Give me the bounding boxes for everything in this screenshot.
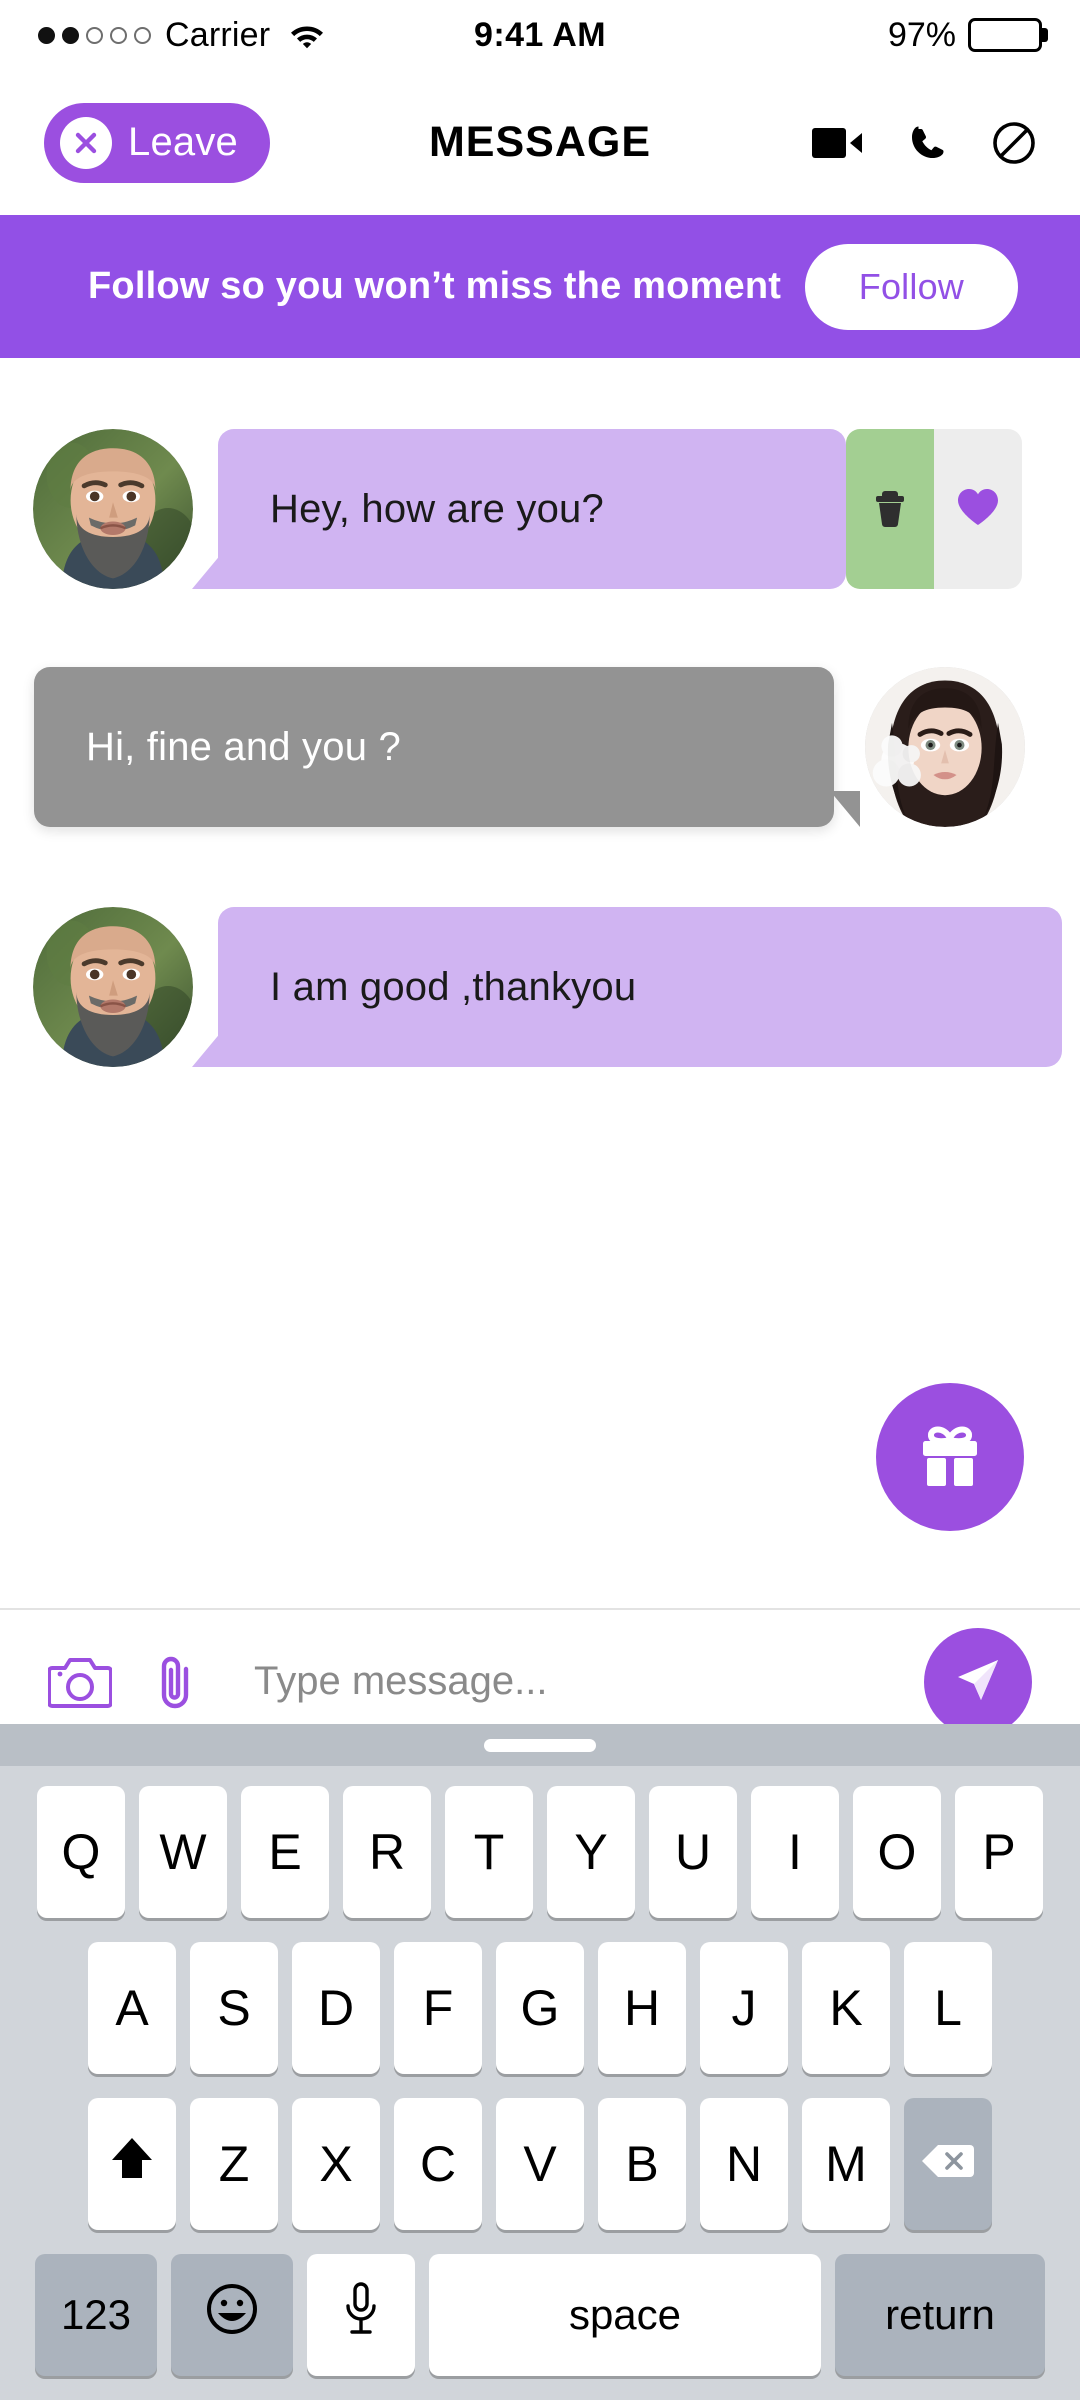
keyboard-handle-bar [0, 1724, 1080, 1766]
key-k[interactable]: K [802, 1942, 890, 2074]
gift-button[interactable] [876, 1383, 1024, 1531]
keyboard-rows: Q W E R T Y U I O P A S D F G H J K L Z … [0, 1766, 1080, 2376]
avatar-bearded-man [33, 907, 193, 1067]
key-q[interactable]: Q [37, 1786, 125, 1918]
key-e[interactable]: E [241, 1786, 329, 1918]
shift-key[interactable] [88, 2098, 176, 2230]
message-row: Hey, how are you? [0, 426, 1080, 592]
emoji-smiley-icon [205, 2282, 259, 2348]
keyboard-row-2: A S D F G H J K L [0, 1942, 1080, 2074]
leave-button-label: Leave [128, 120, 238, 164]
keyboard-row-4: 123 space return [0, 2254, 1080, 2376]
message-bubble[interactable]: Hi, fine and you ? [34, 667, 860, 827]
key-m[interactable]: M [802, 2098, 890, 2230]
backspace-key[interactable] [904, 2098, 992, 2230]
keyboard-drag-handle[interactable] [484, 1738, 596, 1752]
space-key[interactable]: space [429, 2254, 821, 2376]
message-text: Hi, fine and you ? [86, 724, 401, 769]
like-action[interactable] [934, 429, 1022, 589]
return-key[interactable]: return [835, 2254, 1045, 2376]
follow-button[interactable]: Follow [804, 243, 1018, 330]
follow-banner-text: Follow so you won’t miss the moment [88, 265, 782, 307]
gift-icon [914, 1420, 986, 1495]
delete-action[interactable] [846, 429, 934, 589]
avatar-bearded-man [33, 429, 193, 589]
key-z[interactable]: Z [190, 2098, 278, 2230]
key-j[interactable]: J [700, 1942, 788, 2074]
leave-button[interactable]: Leave [44, 102, 270, 183]
message-bubble-group: Hey, how are you? [192, 429, 1022, 589]
message-bubble[interactable]: Hey, how are you? [192, 429, 846, 589]
avatar[interactable] [862, 664, 1028, 830]
message-row: Hi, fine and you ? [0, 664, 1080, 830]
dictation-key[interactable] [307, 2254, 415, 2376]
key-l[interactable]: L [904, 1942, 992, 2074]
video-call-icon[interactable] [812, 125, 864, 161]
phone-call-icon[interactable] [908, 123, 948, 163]
keyboard-row-1: Q W E R T Y U I O P [0, 1786, 1080, 1918]
status-bar-right: 97% [888, 16, 1042, 55]
message-text: Hey, how are you? [270, 486, 604, 531]
key-p[interactable]: P [955, 1786, 1043, 1918]
swipe-actions [846, 429, 1022, 589]
key-u[interactable]: U [649, 1786, 737, 1918]
key-y[interactable]: Y [547, 1786, 635, 1918]
key-s[interactable]: S [190, 1942, 278, 2074]
keyboard-row-3: Z X C V B N M [0, 2098, 1080, 2230]
message-list: Hey, how are you? Hi, fine and you ? I a… [0, 358, 1080, 1070]
microphone-icon [343, 2281, 379, 2349]
avatar[interactable] [30, 426, 196, 592]
key-b[interactable]: B [598, 2098, 686, 2230]
key-w[interactable]: W [139, 1786, 227, 1918]
status-bar: Carrier 9:41 AM 97% [0, 0, 1080, 70]
key-t[interactable]: T [445, 1786, 533, 1918]
paperclip-icon[interactable] [152, 1651, 198, 1713]
trash-icon [873, 487, 907, 532]
avatar[interactable] [30, 904, 196, 1070]
key-c[interactable]: C [394, 2098, 482, 2230]
battery-full-icon [968, 18, 1042, 52]
key-x[interactable]: X [292, 2098, 380, 2230]
key-v[interactable]: V [496, 2098, 584, 2230]
message-bubble-group: Hi, fine and you ? [34, 667, 860, 827]
send-button[interactable] [924, 1627, 1032, 1736]
key-a[interactable]: A [88, 1942, 176, 2074]
follow-banner: Follow so you won’t miss the moment Foll… [0, 215, 1080, 358]
key-o[interactable]: O [853, 1786, 941, 1918]
send-icon [952, 1654, 1004, 1709]
key-f[interactable]: F [394, 1942, 482, 2074]
avatar-dark-haired-woman [865, 667, 1025, 827]
message-input[interactable] [238, 1659, 884, 1704]
nav-actions [812, 121, 1036, 165]
message-row: I am good ,thankyou [0, 904, 1080, 1070]
key-r[interactable]: R [343, 1786, 431, 1918]
backspace-icon [920, 2135, 976, 2193]
navigation-bar: Leave MESSAGE [0, 70, 1080, 215]
block-icon[interactable] [992, 121, 1036, 165]
key-h[interactable]: H [598, 1942, 686, 2074]
key-n[interactable]: N [700, 2098, 788, 2230]
chat-screen: Carrier 9:41 AM 97% Leave M ESSAGE Follow… [0, 0, 1080, 2400]
message-text: I am good ,thankyou [270, 964, 637, 1009]
heart-icon [956, 487, 1000, 532]
shift-arrow-icon [109, 2134, 155, 2194]
numbers-key[interactable]: 123 [35, 2254, 157, 2376]
close-circle-icon [60, 116, 112, 169]
message-bubble[interactable]: I am good ,thankyou [192, 907, 1062, 1067]
battery-percent-label: 97% [887, 15, 956, 54]
key-g[interactable]: G [496, 1942, 584, 2074]
on-screen-keyboard: Q W E R T Y U I O P A S D F G H J K L Z … [0, 1724, 1080, 2400]
camera-icon[interactable] [48, 1654, 112, 1710]
key-d[interactable]: D [292, 1942, 380, 2074]
emoji-key[interactable] [171, 2254, 293, 2376]
key-i[interactable]: I [751, 1786, 839, 1918]
message-bubble-group: I am good ,thankyou [192, 907, 1062, 1067]
